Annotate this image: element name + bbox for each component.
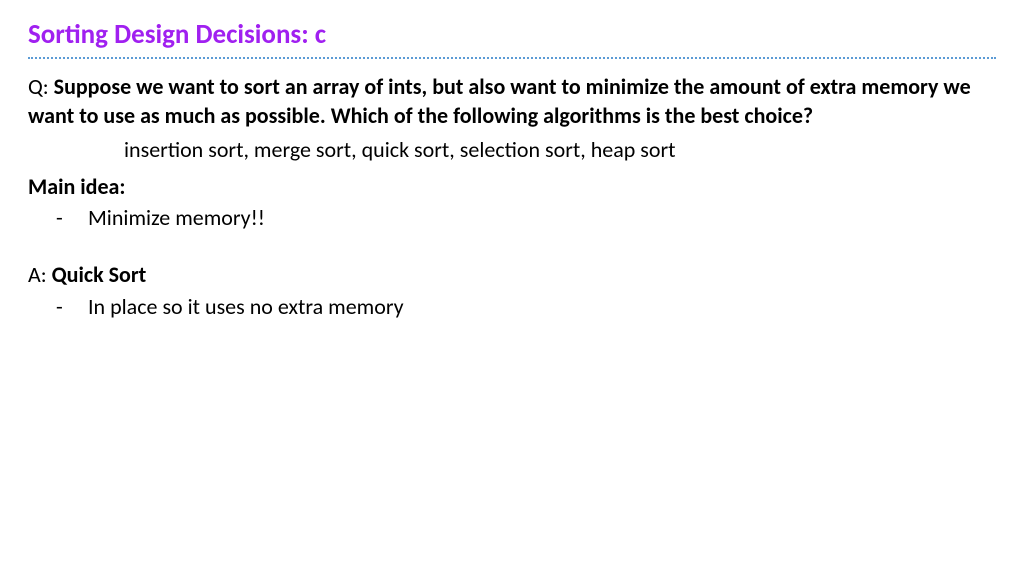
answer-text: Quick Sort xyxy=(52,261,147,288)
divider xyxy=(28,57,996,59)
question-block: Q: Suppose we want to sort an array of i… xyxy=(28,73,996,130)
options-list: insertion sort, merge sort, quick sort, … xyxy=(28,136,996,165)
answer-prefix: A: xyxy=(28,261,52,288)
answer-list: In place so it uses no extra memory xyxy=(28,292,996,322)
question-prefix: Q: xyxy=(28,73,54,100)
answer-block: A: Quick Sort xyxy=(28,261,996,290)
slide-title: Sorting Design Decisions: c xyxy=(28,18,996,51)
list-item: Minimize memory!! xyxy=(56,203,996,233)
list-item: In place so it uses no extra memory xyxy=(56,292,996,322)
question-text: Suppose we want to sort an array of ints… xyxy=(28,73,971,129)
main-idea-list: Minimize memory!! xyxy=(28,203,996,233)
main-idea-label: Main idea: xyxy=(28,173,996,202)
